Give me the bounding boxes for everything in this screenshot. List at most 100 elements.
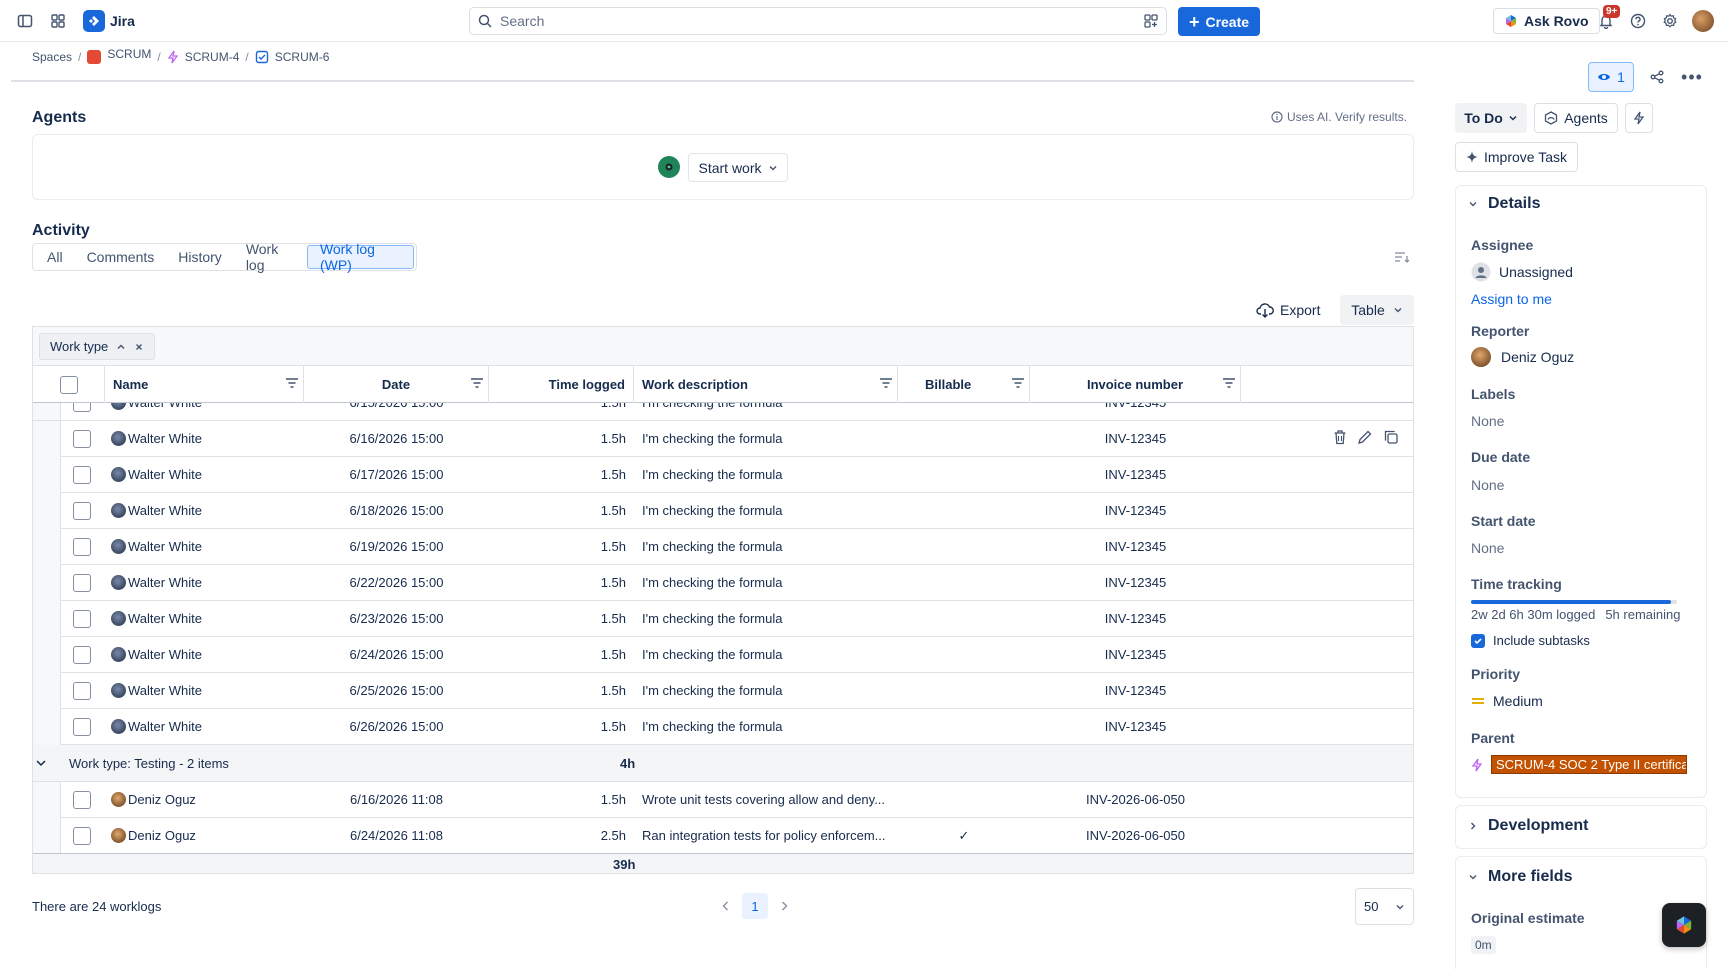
group-by-chip[interactable]: Work type [39,333,156,360]
trash-icon[interactable] [1333,429,1347,445]
filter-icon[interactable] [1222,376,1236,390]
assign-to-me-link[interactable]: Assign to me [1471,291,1552,307]
breadcrumb-spaces[interactable]: Spaces [32,50,72,64]
table-row[interactable]: Walter White 6/26/2026 15:00 1.5h I'm ch… [33,709,1413,745]
include-subtasks-checkbox[interactable] [1471,633,1485,648]
labels-value[interactable]: None [1471,413,1504,429]
table-row[interactable]: Walter White 6/16/2026 15:00 1.5h I'm ch… [33,421,1413,457]
search-box[interactable] [469,7,1167,35]
view-mode-select[interactable]: Table [1340,295,1414,325]
select-all-checkbox[interactable] [59,375,78,394]
tab-history[interactable]: History [166,245,234,269]
row-checkbox[interactable] [73,681,91,700]
more-fields-header[interactable]: More fields [1468,868,1572,886]
sidebar-toggle-icon[interactable] [11,7,39,35]
filter-icon[interactable] [285,376,299,390]
header-name[interactable]: Name [105,366,304,403]
time-tracking-bar[interactable] [1471,600,1677,604]
search-input[interactable] [500,13,1100,29]
filter-icon[interactable] [470,376,484,390]
details-header[interactable]: Details [1468,195,1540,213]
help-icon[interactable] [1624,7,1652,35]
row-checkbox-cell[interactable] [66,637,98,672]
edit-pencil-icon[interactable] [1357,429,1373,445]
more-actions-icon[interactable]: ••• [1677,62,1707,92]
page-button-current[interactable]: 1 [742,893,768,919]
watch-button[interactable]: 1 [1588,62,1634,92]
header-time-logged[interactable]: Time logged [489,366,634,403]
export-button[interactable]: Export [1256,298,1320,322]
row-checkbox[interactable] [73,645,91,664]
row-checkbox[interactable] [73,429,91,448]
tab-work-log[interactable]: Work log [234,241,307,273]
breadcrumb-scrum-4[interactable]: SCRUM-4 [185,50,240,64]
table-row[interactable]: Walter White 6/17/2026 15:00 1.5h I'm ch… [33,457,1413,493]
table-row[interactable]: Walter White 6/24/2026 15:00 1.5h I'm ch… [33,637,1413,673]
priority-field[interactable]: Medium [1471,693,1543,709]
status-dropdown[interactable]: To Do [1455,103,1527,133]
tab-work-log-wp[interactable]: Work log (WP) [306,241,414,273]
agents-button[interactable]: Agents [1534,103,1618,133]
row-checkbox[interactable] [73,537,91,556]
row-checkbox-cell[interactable] [66,529,98,564]
row-checkbox[interactable] [73,573,91,592]
user-avatar[interactable] [1692,10,1714,32]
group-row-testing[interactable]: Work type: Testing - 2 items 4h [33,745,1413,782]
table-row[interactable]: Walter White 6/18/2026 15:00 1.5h I'm ch… [33,493,1413,529]
table-row[interactable]: Walter White 6/15/2026 15:00 1.5h I'm ch… [33,403,1413,421]
improve-task-button[interactable]: Improve Task [1455,142,1578,172]
row-checkbox[interactable] [73,609,91,628]
header-date[interactable]: Date [304,366,489,403]
table-row[interactable]: Walter White 6/19/2026 15:00 1.5h I'm ch… [33,529,1413,565]
settings-gear-icon[interactable] [1656,7,1684,35]
tab-comments[interactable]: Comments [75,245,167,269]
header-billable[interactable]: Billable [898,366,1030,403]
filter-icon[interactable] [879,376,893,390]
header-work-description[interactable]: Work description [634,366,898,403]
table-row[interactable]: Deniz Oguz 6/16/2026 11:08 1.5h Wrote un… [33,782,1413,818]
reporter-field[interactable]: Deniz Oguz [1471,347,1574,367]
row-checkbox-cell[interactable] [66,601,98,636]
create-button[interactable]: + Create [1178,7,1260,36]
original-estimate-field[interactable]: 0m [1471,936,1496,954]
start-work-button[interactable]: Start work [688,153,788,182]
table-row[interactable]: Walter White 6/25/2026 15:00 1.5h I'm ch… [33,673,1413,709]
row-checkbox-cell[interactable] [66,782,98,817]
row-checkbox[interactable] [73,403,91,412]
ask-rovo-button[interactable]: Ask Rovo [1493,8,1600,34]
breadcrumb-scrum[interactable]: SCRUM [107,47,151,61]
table-row[interactable]: Walter White 6/23/2026 15:00 1.5h I'm ch… [33,601,1413,637]
row-checkbox-cell[interactable] [66,673,98,708]
filter-icon[interactable] [1011,376,1025,390]
include-subtasks-toggle[interactable]: Include subtasks [1471,633,1590,648]
jira-logo-icon[interactable] [83,10,105,32]
table-row[interactable]: Deniz Oguz 6/24/2026 11:08 2.5h Ran inte… [33,818,1413,854]
search-filter-icon[interactable] [1144,14,1158,28]
chevron-up-icon[interactable] [116,342,126,352]
development-header[interactable]: Development [1468,817,1588,835]
chevron-right-icon[interactable] [778,900,790,912]
header-select-all[interactable] [33,366,105,403]
parent-value[interactable]: SCRUM-4 SOC 2 Type II certification [1491,755,1687,774]
app-name[interactable]: Jira [110,13,135,29]
parent-field[interactable]: SCRUM-4 SOC 2 Type II certification [1471,755,1687,774]
chevron-down-icon[interactable] [35,757,47,769]
app-switcher-icon[interactable] [44,7,72,35]
row-checkbox-cell[interactable] [66,493,98,528]
row-checkbox[interactable] [73,790,91,809]
chevron-left-icon[interactable] [720,900,732,912]
assignee-field[interactable]: Unassigned [1471,262,1573,282]
row-checkbox-cell[interactable] [66,565,98,600]
copy-icon[interactable] [1383,429,1399,445]
rovo-chat-button[interactable] [1662,903,1706,947]
start-date-value[interactable]: None [1471,540,1504,556]
row-checkbox-cell[interactable] [66,818,98,853]
row-checkbox-cell[interactable] [66,457,98,492]
tab-all[interactable]: All [35,245,75,269]
row-checkbox[interactable] [73,717,91,736]
sort-order-icon[interactable] [1394,250,1410,264]
row-checkbox[interactable] [73,826,91,845]
row-checkbox[interactable] [73,465,91,484]
share-button[interactable] [1642,62,1672,92]
breadcrumb-scrum-6[interactable]: SCRUM-6 [275,50,330,64]
